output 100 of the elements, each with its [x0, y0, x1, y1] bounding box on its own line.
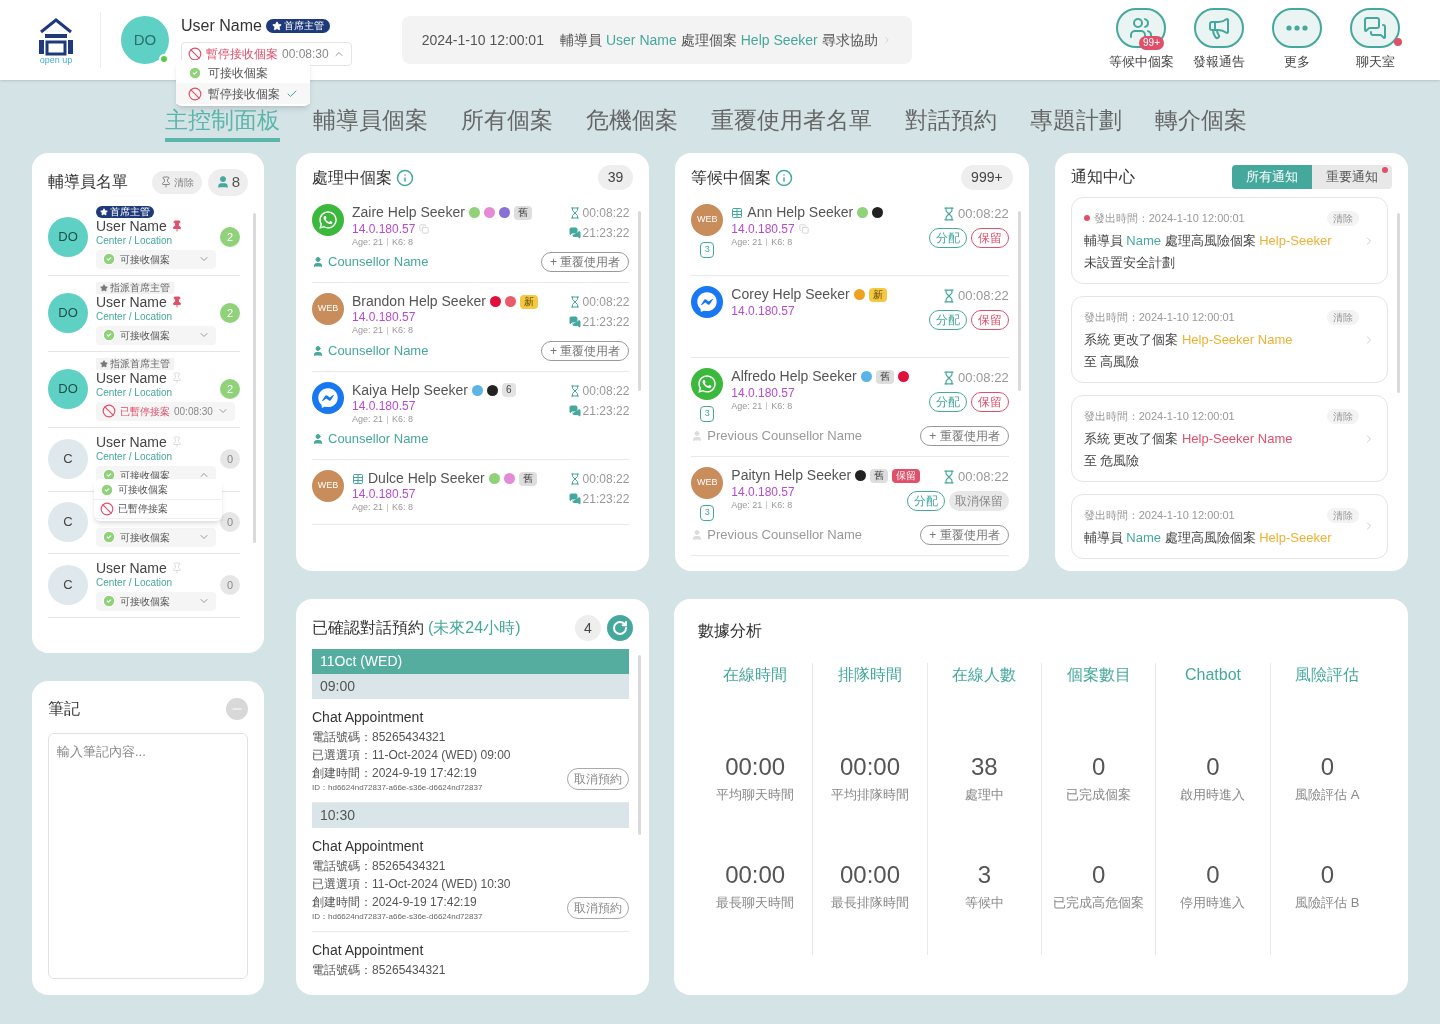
hourglass-icon [942, 288, 957, 303]
user-avatar: DO [48, 293, 88, 333]
date-header: 11Oct (WED) [312, 649, 629, 674]
clear-button[interactable]: 清除 [151, 170, 202, 194]
k6-text: K6: 8 [771, 499, 793, 511]
notification-card[interactable]: 發出時間：2024-1-10 12:00:01 清除 系統 更改了個案 Help-Seeker Name 至 高風險 [1070, 296, 1388, 383]
appointment-title: Chat Appointment [312, 941, 425, 960]
card-title: 處理中個案 [312, 167, 392, 188]
case-count: 0 [220, 449, 240, 469]
stat-value: 00:00 [725, 752, 786, 782]
activity-ticker[interactable]: 2024-1-10 12:00:01 輔導員 User Name 處理個案 Help Seeker 尋求協助 [401, 16, 912, 64]
notification-message: 至 危風險 [1083, 452, 1141, 469]
help-seeker-name: Alfredo Help Seeker [731, 368, 857, 386]
clear-button[interactable]: 清除 [1327, 210, 1359, 226]
hold-tag: 保留 [892, 468, 921, 483]
info-icon[interactable] [775, 168, 794, 187]
cancel-hold-button[interactable]: 取消保留 [948, 490, 1009, 511]
stat-value: 0 [1320, 859, 1334, 890]
case-count: 0 [220, 512, 240, 532]
pin-icon[interactable] [170, 220, 183, 233]
toolbar-button[interactable]: 聊天室 [1342, 8, 1408, 72]
nav-tab[interactable]: 重覆使用者名單 [711, 106, 872, 142]
age-text: Age: 21 [731, 499, 763, 511]
notification-card[interactable]: 發出時間：2024-1-10 12:00:01 清除 系統 更改了個案 Help-Seeker Name 至 危風險 [1070, 395, 1388, 482]
phone-text: 電話號碼：85265434321 [312, 962, 447, 979]
ip-address: 14.0.180.57 [731, 303, 795, 319]
user-name: User Name [96, 293, 167, 311]
nav-tab[interactable]: 轉介個案 [1155, 106, 1247, 142]
notification-card[interactable]: 發出時間：2024-1-10 12:00:01 清除 輔導員 Name 處理高風險個案 Help-Seeker 未設置安全計劃 [1070, 197, 1388, 284]
k6-text: K6: 8 [392, 236, 414, 248]
status-dropdown[interactable]: 可接收個案 [96, 249, 216, 269]
status-option[interactable]: 已暫停接案 [94, 499, 222, 519]
user-name: User Name [96, 433, 167, 451]
new-tag: 新 [868, 287, 887, 302]
help-seeker-name: Dulce Help Seeker [368, 469, 485, 488]
nav-tab[interactable]: 專題計劃 [1030, 106, 1122, 142]
case-count: 0 [220, 575, 240, 595]
help-seeker-name: Brandon Help Seeker [352, 292, 486, 311]
notification-time: 發出時間：2024-1-10 12:00:01 [1083, 508, 1235, 523]
chat-icon [568, 315, 581, 328]
status-dropdown[interactable]: 已暫停接案 00:08:30 [96, 401, 235, 421]
clear-button[interactable]: 清除 [1327, 408, 1359, 424]
help-seeker-name: Zaire Help Seeker [352, 204, 465, 222]
pin-icon[interactable] [170, 296, 183, 309]
notes-field[interactable]: 輸入筆記內容... [48, 733, 248, 979]
web-avatar: WEB [691, 204, 724, 236]
k6-text: K6: 8 [771, 400, 793, 412]
wait-timer: 00:08:22 [958, 287, 1009, 305]
stat-heading: 風險評估 [1295, 665, 1360, 685]
notification-card[interactable]: 發出時間：2024-1-10 12:00:01 清除 輔導員 Name 處理高風險個案 Help-Seeker [1070, 494, 1388, 559]
help-seeker-name: Kaiya Help Seeker [352, 381, 468, 399]
hourglass-icon [568, 472, 581, 485]
stat-label: 已完成個案 [1066, 786, 1132, 804]
location-text: Center / Location [96, 311, 174, 324]
status-dropdown[interactable]: 可接收個案 [96, 591, 216, 611]
role-text: 首席主管 [283, 21, 324, 31]
stat-label: 啟用時進入 [1180, 786, 1246, 804]
age-text: Age: 21 [352, 325, 384, 337]
nav-tab[interactable]: 輔導員個案 [313, 106, 428, 142]
card-title: 輔導員名單 [48, 172, 128, 193]
notification-tab[interactable]: 所有通知 [1232, 165, 1312, 189]
card-title: 已確認對話預約 [312, 618, 424, 638]
chat-timer: 21:23:22 [582, 402, 630, 420]
toolbar-button[interactable]: 發報通告 [1186, 8, 1252, 72]
megaphone-icon [1207, 16, 1231, 41]
stat-label: 平均聊天時間 [716, 786, 795, 804]
status-option[interactable]: 暫停接收個案 [176, 83, 310, 104]
chat-icon [1363, 16, 1387, 41]
notification-message: 系統 更改了個案 Help-Seeker Name [1083, 331, 1294, 348]
toolbar-button[interactable]: 99+ 等候中個案 [1108, 8, 1174, 72]
nav-tab[interactable]: 所有個案 [461, 106, 553, 142]
info-icon[interactable] [396, 168, 414, 187]
status-dropdown[interactable]: 可接收個案 [96, 325, 216, 345]
status-dropdown[interactable]: 可接收個案 [96, 527, 216, 547]
user-name: User Name [96, 369, 167, 387]
role-text: 首席主管 [110, 206, 150, 217]
calendar-badge: 3 [700, 406, 715, 422]
nav-tab[interactable]: 危機個案 [586, 106, 678, 142]
copy-icon[interactable] [419, 224, 430, 234]
ip-address: 14.0.180.57 [352, 310, 416, 326]
chat-icon [568, 227, 581, 239]
clear-button[interactable]: 清除 [1327, 309, 1359, 325]
person-icon [215, 175, 230, 190]
age-text: Age: 21 [352, 236, 384, 248]
person-icon [691, 430, 704, 442]
nav-tab[interactable]: 對話預約 [905, 106, 997, 142]
user-avatar: C [48, 565, 88, 605]
notification-tab[interactable]: 重要通知 [1312, 165, 1392, 189]
hourglass-icon [568, 207, 581, 219]
card-title: 等候中個案 [691, 167, 772, 188]
status-option[interactable]: 可接收個案 [94, 480, 222, 500]
logo-text: open up [39, 55, 73, 65]
toolbar-button[interactable]: 更多 [1264, 8, 1330, 72]
help-seeker-name: Ann Help Seeker [747, 204, 854, 222]
stat-value: 00:00 [839, 752, 900, 782]
refresh-button[interactable] [607, 615, 633, 641]
refresh-icon [612, 620, 628, 636]
copy-icon[interactable] [798, 224, 809, 234]
clear-button[interactable]: 清除 [1327, 507, 1359, 523]
collapse-button[interactable] [226, 698, 248, 720]
